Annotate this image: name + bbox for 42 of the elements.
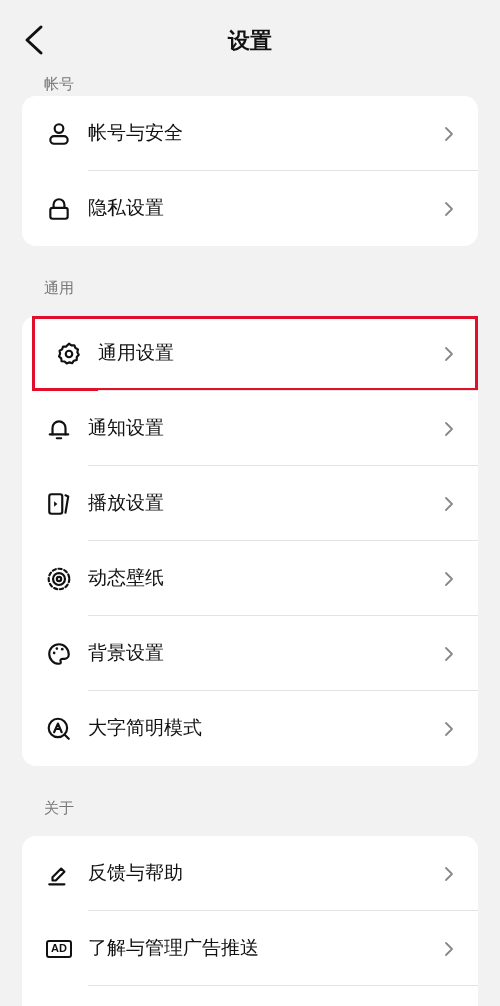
row-label: 通知设置 xyxy=(88,416,165,441)
settings-icon xyxy=(56,340,82,367)
phone-play-icon xyxy=(46,490,72,517)
person-icon xyxy=(46,120,72,147)
section-label: 通用 xyxy=(44,277,74,298)
ad-badge-icon: AD xyxy=(46,939,72,958)
row-label: 反馈与帮助 xyxy=(88,861,184,886)
row-label: 大字简明模式 xyxy=(88,716,203,741)
chevron-right-icon xyxy=(444,345,454,362)
row-label: 动态壁纸 xyxy=(88,566,165,591)
row-label: 通用设置 xyxy=(98,341,175,366)
settings-row[interactable]: 大字简明模式 xyxy=(22,691,478,766)
chevron-right-icon xyxy=(444,865,454,882)
chevron-right-icon xyxy=(444,495,454,512)
settings-row[interactable]: 通用设置 xyxy=(32,316,478,391)
chevron-right-icon xyxy=(444,720,454,737)
settings-row[interactable]: 隐私设置 xyxy=(22,171,478,246)
row-label: 了解与管理广告推送 xyxy=(88,936,260,961)
settings-row[interactable]: 动态壁纸 xyxy=(22,541,478,616)
palette-icon xyxy=(46,640,72,667)
chevron-right-icon xyxy=(444,940,454,957)
settings-row[interactable]: 背景设置 xyxy=(22,616,478,691)
settings-row[interactable]: 反馈与帮助 xyxy=(22,836,478,911)
settings-row[interactable]: 播放设置 xyxy=(22,466,478,541)
target-icon xyxy=(46,565,72,592)
settings-row[interactable]: 帐号与安全 xyxy=(22,96,478,171)
section-label: 帐号 xyxy=(44,73,74,94)
row-label: 播放设置 xyxy=(88,491,165,516)
page-title: 设置 xyxy=(228,26,272,55)
chevron-right-icon xyxy=(444,570,454,587)
chevron-right-icon xyxy=(444,200,454,217)
row-label: 背景设置 xyxy=(88,641,165,666)
chevron-right-icon xyxy=(444,125,454,142)
magnifier-letter-icon xyxy=(46,715,72,742)
settings-row[interactable]: AD 了解与管理广告推送 xyxy=(22,911,478,986)
lock-icon xyxy=(46,195,72,222)
row-label: 隐私设置 xyxy=(88,196,165,221)
settings-row[interactable]: 通知设置 xyxy=(22,391,478,466)
row-label: 帐号与安全 xyxy=(88,121,184,146)
chevron-right-icon xyxy=(444,645,454,662)
section-label: 关于 xyxy=(44,797,74,818)
chevron-right-icon xyxy=(444,420,454,437)
